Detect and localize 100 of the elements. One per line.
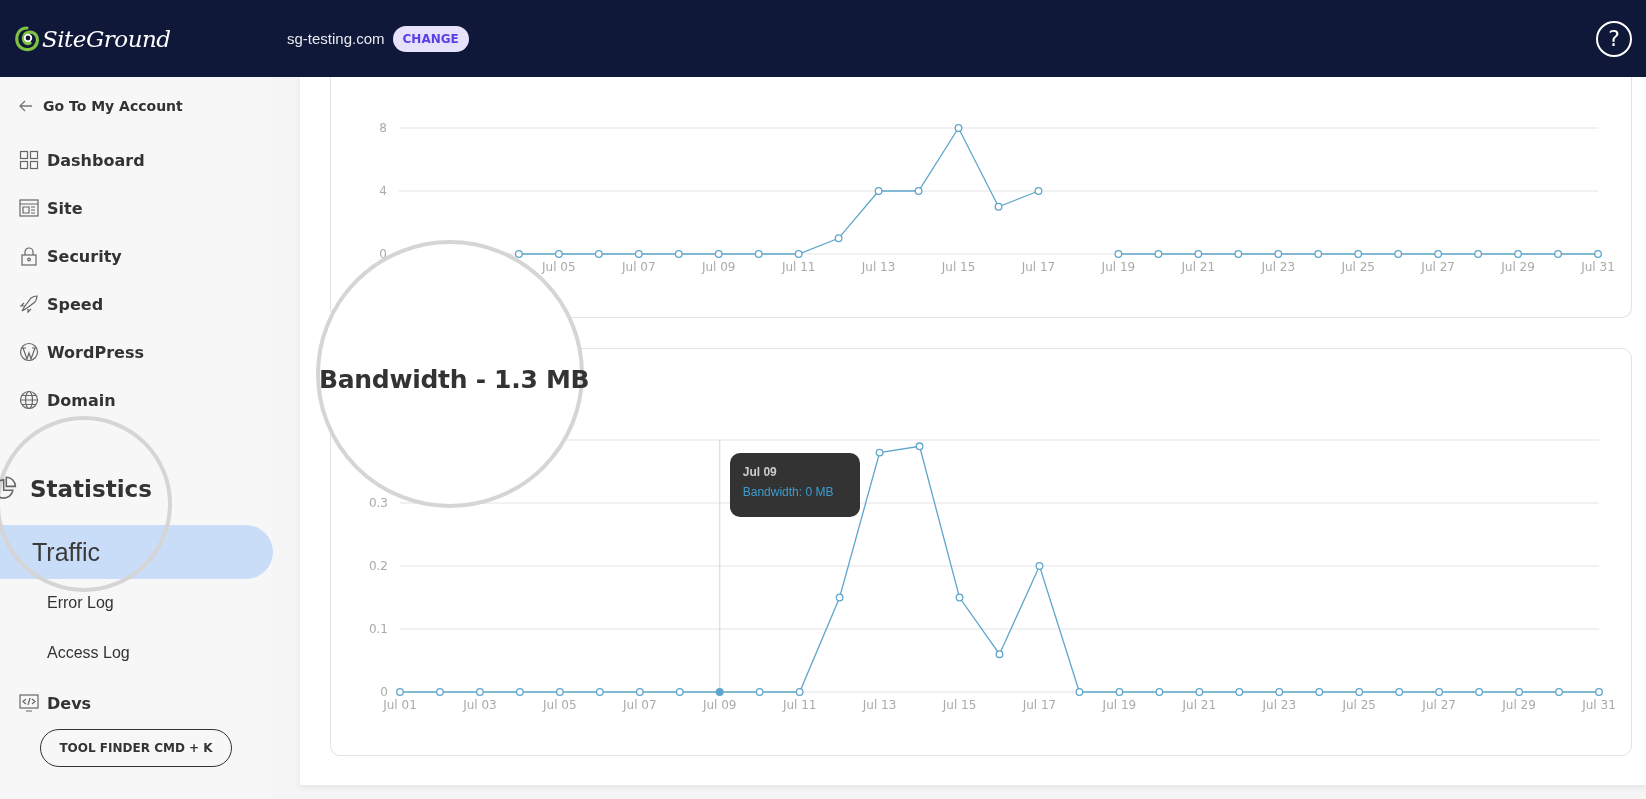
x-axis-label: Jul 01 <box>383 698 417 712</box>
chart-title: Bandwidth - 1.3 MB <box>319 364 590 396</box>
sub-nav-item[interactable]: Error Log <box>0 579 114 627</box>
x-axis-label: Jul 25 <box>1342 698 1376 712</box>
data-point <box>1315 688 1324 696</box>
data-point <box>1275 688 1284 696</box>
lock-icon <box>19 246 39 266</box>
x-axis-label: Jul 21 <box>1181 260 1216 274</box>
x-axis-label: Jul 09 <box>702 698 737 712</box>
data-point <box>915 442 924 451</box>
data-point <box>1554 250 1562 258</box>
tooltip-date: Jul 09 <box>742 465 778 479</box>
x-axis-label: Jul 29 <box>1501 260 1535 274</box>
x-axis-label: Jul 23 <box>1261 260 1296 274</box>
data-point <box>1155 688 1164 696</box>
data-point <box>1514 250 1522 258</box>
data-point <box>1115 688 1124 696</box>
data-point <box>1555 688 1563 696</box>
x-axis-label: Jul 25 <box>1341 260 1375 274</box>
data-point <box>954 124 963 132</box>
data-point <box>594 250 603 258</box>
nav-item-label: WordPress <box>47 342 144 362</box>
nav-item-label: Security <box>47 246 122 266</box>
data-point <box>1595 688 1603 696</box>
data-point <box>396 688 404 696</box>
x-axis-label: Jul 07 <box>623 698 657 712</box>
x-axis-label: Jul 15 <box>941 260 976 274</box>
data-point <box>635 688 644 696</box>
data-point <box>1235 688 1244 696</box>
data-point <box>1394 250 1403 258</box>
nav-item[interactable]: WordPress <box>19 328 144 376</box>
x-axis-label: Jul 31 <box>1581 260 1615 274</box>
nav-item[interactable]: Security <box>19 232 122 280</box>
globe-icon <box>19 390 39 410</box>
data-point <box>1034 187 1043 195</box>
x-axis-label: Jul 03 <box>463 698 497 712</box>
data-point <box>1154 250 1163 258</box>
y-axis-label: 8 <box>379 121 387 135</box>
browser-window-icon <box>19 198 39 218</box>
y-axis-label: 0.2 <box>368 559 388 573</box>
x-axis-label: Jul 15 <box>942 698 977 712</box>
data-point <box>794 250 803 258</box>
nav-item[interactable]: Dashboard <box>19 136 145 184</box>
x-axis-label: Jul 27 <box>1422 698 1456 712</box>
data-point <box>994 202 1003 211</box>
rocket-icon <box>19 294 39 314</box>
data-point <box>834 234 843 243</box>
data-point <box>1035 562 1044 570</box>
sub-nav-item[interactable]: Access Log <box>0 627 130 679</box>
data-point <box>595 688 604 696</box>
data-point <box>914 187 923 195</box>
data-point <box>955 593 964 602</box>
data-point <box>995 650 1004 659</box>
sub-nav-item[interactable]: Traffic <box>0 525 273 579</box>
nav-item-label: Speed <box>47 294 104 314</box>
data-point <box>1234 250 1243 258</box>
data-point <box>1195 688 1204 696</box>
back-link[interactable]: Go To My Account <box>19 94 183 118</box>
data-point <box>1434 250 1443 258</box>
data-point <box>835 593 844 602</box>
x-axis-label: Jul 17 <box>1021 260 1056 274</box>
data-point <box>874 187 883 195</box>
code-monitor-icon <box>19 693 39 713</box>
data-point <box>1475 688 1484 696</box>
x-axis-label: Jul 07 <box>622 260 656 274</box>
x-axis-label: Jul 19 <box>1102 698 1137 712</box>
data-point <box>1515 688 1523 696</box>
y-axis-label: 0.3 <box>368 496 388 510</box>
logo-text: SiteGround <box>42 25 171 52</box>
data-point <box>634 250 643 258</box>
domain-name: sg-testing.com <box>287 30 385 47</box>
x-axis-label: Jul 19 <box>1101 260 1136 274</box>
data-point <box>875 448 884 457</box>
logo[interactable]: SiteGround <box>14 24 287 53</box>
y-axis-label: 4 <box>379 184 387 198</box>
nav-item[interactable]: Speed <box>19 280 104 328</box>
data-point <box>1274 250 1283 258</box>
nav-item[interactable]: Statistics <box>0 464 152 514</box>
nav-item[interactable]: Domain <box>19 376 116 424</box>
grid-icon <box>19 150 39 170</box>
nav-item[interactable]: Site <box>19 184 83 232</box>
data-point <box>1594 250 1602 258</box>
data-point <box>715 688 724 696</box>
data-point <box>1474 250 1483 258</box>
y-axis-label: 0 <box>379 247 387 261</box>
nav-item-label: Site <box>47 198 83 218</box>
x-axis-label: Jul 29 <box>1502 698 1536 712</box>
nav-item-label: Dashboard <box>47 150 145 170</box>
x-axis-label: Jul 13 <box>861 260 896 274</box>
change-button[interactable]: CHANGE <box>392 25 469 52</box>
nav-item[interactable]: Devs <box>19 679 92 727</box>
y-axis-label: 0.1 <box>368 622 388 636</box>
data-point <box>515 688 524 696</box>
data-point <box>674 250 683 258</box>
help-button[interactable]: ? <box>1596 20 1632 57</box>
data-point <box>476 688 484 696</box>
data-point <box>1075 688 1084 696</box>
data-point <box>554 250 563 258</box>
data-point <box>1435 688 1444 696</box>
data-point <box>514 250 523 258</box>
